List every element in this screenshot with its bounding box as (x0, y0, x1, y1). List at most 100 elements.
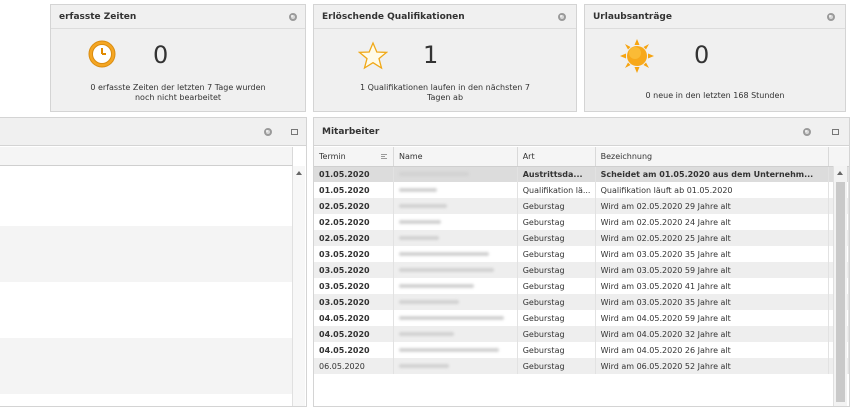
cell-bezeichnung: Qualifikation läuft ab 01.05.2020 (595, 182, 830, 198)
mitarbeiter-table: Termin Name Art Bezeichnung 01.05.2020 A… (314, 147, 849, 374)
cell-bezeichnung: Wird am 04.05.2020 32 Jahre alt (595, 326, 830, 342)
scroll-up-icon[interactable] (837, 171, 843, 175)
cell-bezeichnung: Wird am 03.05.2020 35 Jahre alt (595, 246, 830, 262)
cell-termin: 02.05.2020 (314, 198, 394, 214)
cell-termin: 03.05.2020 (314, 262, 394, 278)
cell-name-redacted (393, 342, 518, 358)
cell-art: Geburstag (517, 262, 596, 278)
scroll-up-icon[interactable] (296, 171, 302, 175)
cell-termin: 02.05.2020 (314, 214, 394, 230)
left-panel (0, 117, 307, 407)
zeiten-description: 0 erfasste Zeiten der letzten 7 Tage wur… (90, 83, 266, 102)
table-row[interactable]: 04.05.2020 Geburstag Wird am 04.05.2020 … (314, 342, 849, 358)
cell-bezeichnung: Wird am 03.05.2020 59 Jahre alt (595, 262, 830, 278)
left-panel-row[interactable] (0, 282, 293, 338)
left-panel-scrollbar[interactable] (292, 166, 305, 406)
table-row[interactable]: 06.05.2020 Geburstag Wird am 06.05.2020 … (314, 358, 849, 374)
cell-art: Geburstag (517, 294, 596, 310)
mitarbeiter-scrollbar[interactable] (833, 166, 847, 406)
gear-icon[interactable] (289, 13, 297, 21)
cell-art: Geburstag (517, 246, 596, 262)
gear-icon[interactable] (803, 128, 811, 136)
qualifikationen-count: 1 (423, 41, 439, 69)
table-row[interactable]: 03.05.2020 Geburstag Wird am 03.05.2020 … (314, 246, 849, 262)
cell-name-redacted (393, 246, 518, 262)
cell-name-redacted (393, 326, 518, 342)
cell-bezeichnung: Wird am 06.05.2020 52 Jahre alt (595, 358, 830, 374)
table-row[interactable]: 03.05.2020 Geburstag Wird am 03.05.2020 … (314, 278, 849, 294)
left-panel-row[interactable] (0, 338, 293, 394)
cell-termin: 01.05.2020 (314, 166, 394, 182)
maximize-icon[interactable] (832, 129, 839, 135)
mitarbeiter-panel: Mitarbeiter Termin Name Art Bezeichnung … (313, 117, 850, 407)
cell-name-redacted (393, 166, 518, 182)
gear-icon[interactable] (558, 13, 566, 21)
left-panel-header (0, 118, 306, 146)
cell-art: Geburstag (517, 230, 596, 246)
table-row[interactable]: 02.05.2020 Geburstag Wird am 02.05.2020 … (314, 230, 849, 246)
cell-termin: 04.05.2020 (314, 310, 394, 326)
column-name[interactable]: Name (393, 147, 518, 167)
cell-name-redacted (393, 294, 518, 310)
cell-bezeichnung: Wird am 03.05.2020 41 Jahre alt (595, 278, 830, 294)
cell-art: Geburstag (517, 310, 596, 326)
cell-name-redacted (393, 310, 518, 326)
left-panel-row[interactable] (0, 166, 293, 226)
cell-art: Geburstag (517, 214, 596, 230)
table-row[interactable]: 01.05.2020 Qualifikation lä... Qualifika… (314, 182, 849, 198)
cell-termin: 04.05.2020 (314, 326, 394, 342)
table-row[interactable]: 03.05.2020 Geburstag Wird am 03.05.2020 … (314, 294, 849, 310)
cell-name-redacted (393, 198, 518, 214)
tile-title: Urlaubsanträge (585, 5, 845, 29)
cell-art: Qualifikation lä... (517, 182, 596, 198)
tile-title: Erlöschende Qualifikationen (314, 5, 576, 29)
cell-bezeichnung: Wird am 04.05.2020 26 Jahre alt (595, 342, 830, 358)
cell-art: Geburstag (517, 326, 596, 342)
maximize-icon[interactable] (291, 129, 298, 135)
column-art[interactable]: Art (517, 147, 596, 167)
table-row[interactable]: 01.05.2020 Austrittsda... Scheidet am 01… (314, 166, 849, 182)
table-row[interactable]: 02.05.2020 Geburstag Wird am 02.05.2020 … (314, 198, 849, 214)
cell-art: Geburstag (517, 342, 596, 358)
column-bezeichnung[interactable]: Bezeichnung (595, 147, 830, 167)
sort-icon (380, 154, 387, 159)
cell-art: Geburstag (517, 358, 596, 374)
gear-icon[interactable] (827, 13, 835, 21)
gear-icon[interactable] (264, 128, 272, 136)
column-termin[interactable]: Termin (314, 147, 394, 167)
left-panel-column-header (0, 147, 293, 166)
table-row[interactable]: 03.05.2020 Geburstag Wird am 03.05.2020 … (314, 262, 849, 278)
urlaub-description: 0 neue in den letzten 168 Stunden (645, 91, 785, 100)
cell-termin: 03.05.2020 (314, 246, 394, 262)
cell-termin: 06.05.2020 (314, 358, 394, 374)
left-panel-row[interactable] (0, 226, 293, 282)
cell-bezeichnung: Wird am 03.05.2020 35 Jahre alt (595, 294, 830, 310)
tile-erloeschende-qualifikationen: Erlöschende Qualifikationen 1 1 Qualifik… (313, 4, 577, 112)
cell-bezeichnung: Wird am 04.05.2020 59 Jahre alt (595, 310, 830, 326)
cell-termin: 01.05.2020 (314, 182, 394, 198)
cell-bezeichnung: Wird am 02.05.2020 25 Jahre alt (595, 230, 830, 246)
tile-erfasste-zeiten: erfasste Zeiten 0 0 erfasste Zeiten der … (50, 4, 306, 112)
tile-urlaubsantraege: Urlaubsanträge 0 0 neue in den letzten 1… (584, 4, 846, 112)
cell-name-redacted (393, 358, 518, 374)
sun-icon (620, 39, 654, 73)
clock-icon (88, 40, 116, 68)
zeiten-count: 0 (153, 41, 169, 69)
cell-termin: 02.05.2020 (314, 230, 394, 246)
table-row[interactable]: 04.05.2020 Geburstag Wird am 04.05.2020 … (314, 310, 849, 326)
mitarbeiter-panel-header: Mitarbeiter (314, 118, 849, 146)
urlaub-count: 0 (694, 41, 710, 69)
cell-art: Austrittsda... (517, 166, 596, 182)
scroll-thumb[interactable] (836, 182, 845, 402)
star-icon (358, 41, 388, 70)
cell-termin: 04.05.2020 (314, 342, 394, 358)
table-row[interactable]: 02.05.2020 Geburstag Wird am 02.05.2020 … (314, 214, 849, 230)
cell-bezeichnung: Wird am 02.05.2020 24 Jahre alt (595, 214, 830, 230)
cell-art: Geburstag (517, 198, 596, 214)
cell-termin: 03.05.2020 (314, 294, 394, 310)
qualifikationen-description: 1 Qualifikationen laufen in den nächsten… (359, 83, 530, 102)
cell-termin: 03.05.2020 (314, 278, 394, 294)
table-row[interactable]: 04.05.2020 Geburstag Wird am 04.05.2020 … (314, 326, 849, 342)
cell-name-redacted (393, 262, 518, 278)
cell-name-redacted (393, 278, 518, 294)
